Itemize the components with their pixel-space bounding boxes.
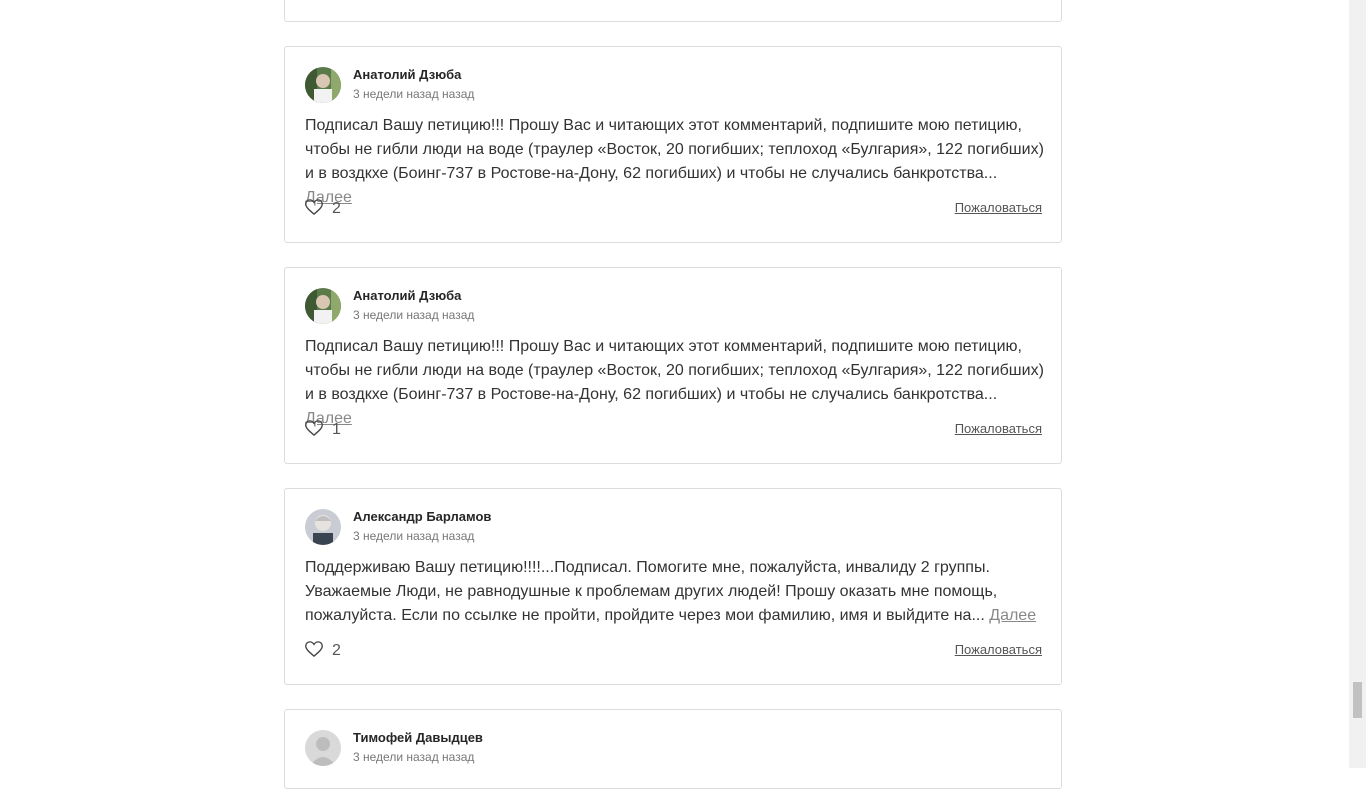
report-link[interactable]: Пожаловаться	[955, 642, 1042, 657]
user-placeholder-icon	[305, 730, 341, 766]
report-link[interactable]: Пожаловаться	[955, 200, 1042, 215]
like-count: 2	[332, 642, 341, 659]
avatar[interactable]	[305, 509, 341, 545]
heart-icon	[305, 419, 323, 441]
comment-card: Тимофей Давыдцев 3 недели назад назад	[284, 709, 1062, 789]
avatar[interactable]	[305, 67, 341, 103]
like-button[interactable]: 2	[305, 198, 341, 220]
comment-time: 3 недели назад назад	[353, 308, 475, 322]
comment-text: Поддерживаю Вашу петицию!!!!...Подписал.…	[305, 556, 1045, 628]
comment-card-partial	[284, 0, 1062, 22]
avatar[interactable]	[305, 288, 341, 324]
scrollbar-thumb[interactable]	[1353, 682, 1362, 718]
comment-body: Подписал Вашу петицию!!! Прошу Вас и чит…	[305, 338, 1044, 403]
avatar[interactable]	[305, 730, 341, 766]
like-count: 2	[332, 200, 341, 217]
comment-card: Анатолий Дзюба 3 недели назад назад Подп…	[284, 46, 1062, 243]
heart-icon	[305, 640, 323, 662]
author-name[interactable]: Александр Барламов	[353, 509, 491, 524]
like-count: 1	[332, 421, 341, 438]
comment-text: Подписал Вашу петицию!!! Прошу Вас и чит…	[305, 335, 1045, 431]
read-more-link[interactable]: Далее	[989, 607, 1036, 624]
author-name[interactable]: Анатолий Дзюба	[353, 288, 461, 303]
comment-card: Александр Барламов 3 недели назад назад …	[284, 488, 1062, 685]
comment-text: Подписал Вашу петицию!!! Прошу Вас и чит…	[305, 114, 1045, 210]
comment-time: 3 недели назад назад	[353, 529, 475, 543]
author-name[interactable]: Анатолий Дзюба	[353, 67, 461, 82]
comment-time: 3 недели назад назад	[353, 750, 475, 764]
comment-body: Подписал Вашу петицию!!! Прошу Вас и чит…	[305, 117, 1044, 182]
heart-icon	[305, 198, 323, 220]
comment-time: 3 недели назад назад	[353, 87, 475, 101]
comment-body: Поддерживаю Вашу петицию!!!!...Подписал.…	[305, 559, 998, 624]
like-button[interactable]: 1	[305, 419, 341, 441]
like-button[interactable]: 2	[305, 640, 341, 662]
report-link[interactable]: Пожаловаться	[955, 421, 1042, 436]
comment-card: Анатолий Дзюба 3 недели назад назад Подп…	[284, 267, 1062, 464]
author-name[interactable]: Тимофей Давыдцев	[353, 730, 483, 745]
scrollbar[interactable]	[1349, 0, 1366, 768]
